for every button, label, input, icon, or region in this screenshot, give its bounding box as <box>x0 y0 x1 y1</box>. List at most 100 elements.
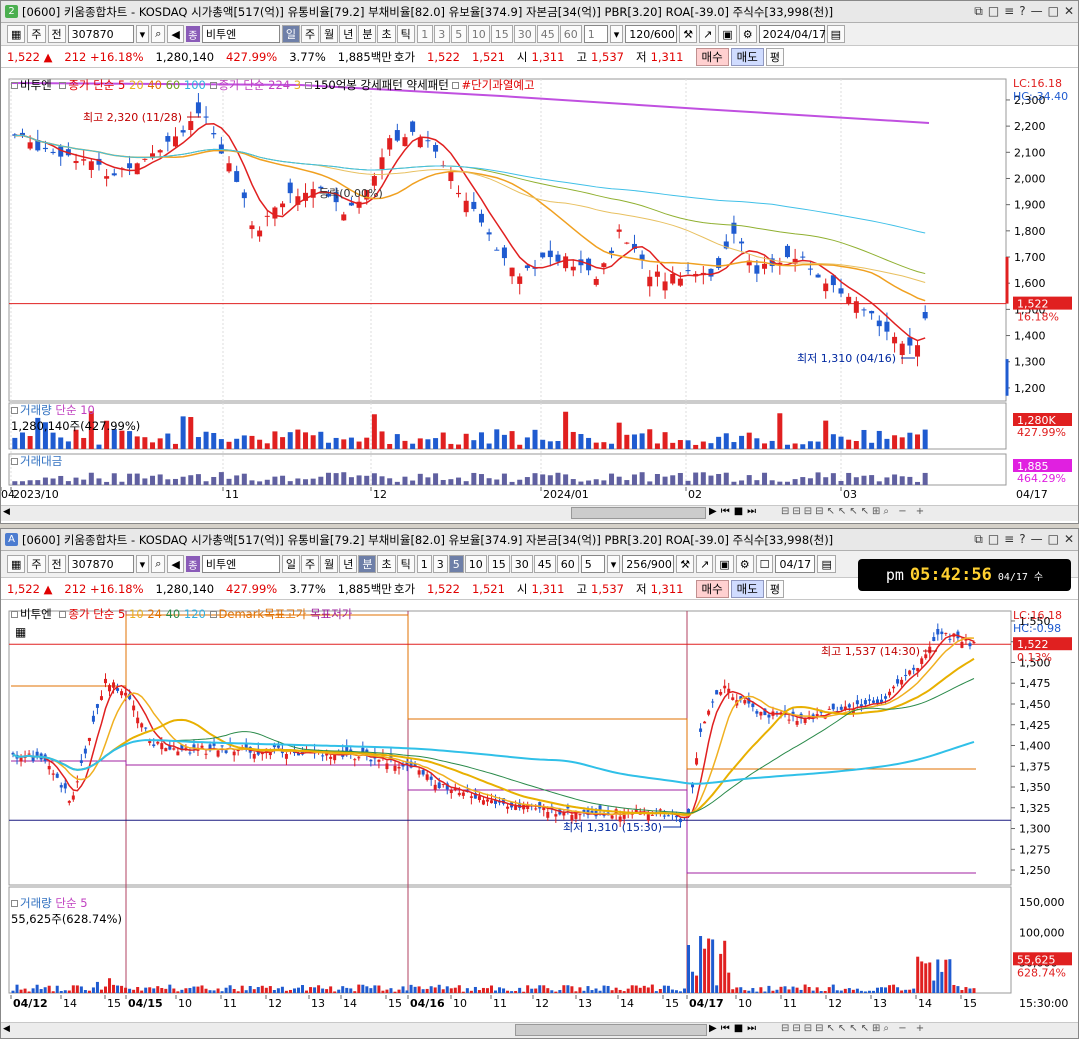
period-tick[interactable]: 틱 <box>396 25 415 43</box>
period-year[interactable]: 년 <box>339 25 358 43</box>
sell-button[interactable]: 매도 <box>730 47 764 66</box>
table-icon[interactable]: ▦ <box>15 625 26 639</box>
interval-30[interactable]: 30 <box>513 25 536 43</box>
stock-name-field[interactable]: 비투엔 <box>201 25 280 43</box>
calendar-icon[interactable]: ▤ <box>826 25 846 43</box>
sound-icon[interactable]: ◀ <box>167 555 184 573</box>
period-second[interactable]: 초 <box>377 555 396 573</box>
average-button[interactable]: 평 <box>765 579 784 598</box>
calendar-icon[interactable]: ▤ <box>817 555 836 573</box>
grid-icon[interactable]: ▦ <box>7 25 26 43</box>
maximize-icon[interactable]: □ <box>1048 532 1059 547</box>
interval-15[interactable]: 15 <box>490 25 513 43</box>
buy-button[interactable]: 매수 <box>695 579 729 598</box>
period-tick[interactable]: 틱 <box>396 555 415 573</box>
period-month[interactable]: 월 <box>320 555 339 573</box>
search-icon[interactable]: ⌕ <box>151 25 166 43</box>
date-field[interactable]: 2024/04/17 <box>758 25 826 43</box>
count-field[interactable]: 120/600 <box>625 25 678 43</box>
stock-name-field[interactable]: 비투엔 <box>201 555 280 573</box>
count-field[interactable]: 256/900 <box>622 555 675 573</box>
interval-45[interactable]: 45 <box>533 555 556 573</box>
interval-1[interactable]: 1 <box>416 25 433 43</box>
draw-icon[interactable]: ↗ <box>699 25 717 43</box>
interval-3[interactable]: 3 <box>433 25 450 43</box>
interval-60[interactable]: 60 <box>556 555 579 573</box>
interval-dropdown-icon[interactable]: ▾ <box>609 25 624 43</box>
menu-icon[interactable]: ≡ <box>1004 532 1014 547</box>
interval-select[interactable]: 5 <box>580 555 605 573</box>
code-input[interactable]: 307870 <box>67 555 134 573</box>
close-icon[interactable]: ✕ <box>1064 4 1074 19</box>
minimize-icon[interactable]: — <box>1031 532 1043 547</box>
interval-45[interactable]: 45 <box>536 25 559 43</box>
scroll-thumb[interactable] <box>515 1024 707 1036</box>
draw-icon[interactable]: ↗ <box>696 555 714 573</box>
settings-gear-icon[interactable]: ⚙ <box>735 555 754 573</box>
zoom-tools-icon[interactable]: ⊟⊟⊟⊟↖↖↖↖⊞⌕ − + <box>781 1023 927 1034</box>
interval-3[interactable]: 3 <box>432 555 448 573</box>
code-dropdown-icon[interactable]: ▾ <box>135 555 150 573</box>
candle-body <box>417 770 421 775</box>
playback-controls[interactable]: ▶⏮■⏭ <box>709 506 760 517</box>
type-select[interactable]: 주 <box>27 25 46 43</box>
period-week[interactable]: 주 <box>300 555 320 573</box>
type-select[interactable]: 주 <box>27 555 46 573</box>
indicator-icon[interactable]: ⚒ <box>679 25 698 43</box>
indicator-icon[interactable]: ⚒ <box>676 555 695 573</box>
interval-1[interactable]: 1 <box>416 555 432 573</box>
buy-button[interactable]: 매수 <box>695 47 729 66</box>
code-input[interactable]: 307870 <box>67 25 134 43</box>
settings-gear-icon[interactable]: ⚙ <box>738 25 757 43</box>
period-second[interactable]: 초 <box>377 25 396 43</box>
maximize-icon[interactable]: □ <box>1048 4 1059 19</box>
help-icon[interactable]: ? <box>1019 532 1025 547</box>
interval-15[interactable]: 15 <box>487 555 510 573</box>
date-checkbox[interactable]: ☐ <box>755 555 774 573</box>
period-day[interactable]: 일 <box>281 25 300 43</box>
bottom-scrollbar[interactable]: ◀ ▶⏮■⏭ ⊟⊟⊟⊟↖↖↖↖⊞⌕ − + <box>1 1022 1078 1038</box>
sound-icon[interactable]: ◀ <box>167 25 184 43</box>
daily-candle-chart[interactable]: 2,3002,2002,1002,0001,9001,8001,7001,600… <box>1 71 1078 506</box>
pin-icon[interactable]: □ <box>988 4 999 19</box>
help-icon[interactable]: ? <box>1019 4 1025 19</box>
amount-bar <box>417 473 423 485</box>
top-scrollbar[interactable]: ◀ ▶⏮■⏭ ⊟⊟⊟⊟↖↖↖↖⊞⌕ − + <box>1 505 1078 521</box>
period-week[interactable]: 주 <box>300 25 320 43</box>
zoom-tools-icon[interactable]: ⊟⊟⊟⊟↖↖↖↖⊞⌕ − + <box>781 506 927 517</box>
save-icon[interactable]: ▣ <box>718 25 737 43</box>
interval-select[interactable]: 1 <box>583 25 608 43</box>
search-icon[interactable]: ⌕ <box>151 555 166 573</box>
menu-icon[interactable]: ≡ <box>1004 4 1014 19</box>
code-dropdown-icon[interactable]: ▾ <box>135 25 150 43</box>
scroll-left-icon[interactable]: ◀ <box>3 1024 10 1034</box>
period-minute[interactable]: 분 <box>358 555 377 573</box>
interval-5[interactable]: 5 <box>450 25 467 43</box>
interval-60[interactable]: 60 <box>559 25 582 43</box>
mode-select[interactable]: 전 <box>47 25 66 43</box>
close-icon[interactable]: ✕ <box>1064 532 1074 547</box>
sell-button[interactable]: 매도 <box>730 579 764 598</box>
interval-5[interactable]: 5 <box>448 555 464 573</box>
interval-dropdown-icon[interactable]: ▾ <box>606 555 621 573</box>
period-year[interactable]: 년 <box>339 555 358 573</box>
pin-icon[interactable]: □ <box>988 532 999 547</box>
interval-10[interactable]: 10 <box>467 25 490 43</box>
interval-30[interactable]: 30 <box>510 555 533 573</box>
restore-icon[interactable]: ⧉ <box>974 532 983 547</box>
average-button[interactable]: 평 <box>765 47 784 66</box>
date-field[interactable]: 04/17 <box>775 555 816 573</box>
save-icon[interactable]: ▣ <box>715 555 734 573</box>
minute-candle-chart[interactable]: 1,5501,5251,5001,4751,4501,4251,4001,375… <box>1 603 1078 1023</box>
period-day[interactable]: 일 <box>281 555 300 573</box>
interval-10[interactable]: 10 <box>464 555 487 573</box>
period-minute[interactable]: 분 <box>358 25 377 43</box>
minimize-icon[interactable]: — <box>1031 4 1043 19</box>
scroll-left-icon[interactable]: ◀ <box>3 507 10 517</box>
restore-icon[interactable]: ⧉ <box>974 4 983 19</box>
grid-icon[interactable]: ▦ <box>7 555 26 573</box>
period-month[interactable]: 월 <box>320 25 339 43</box>
playback-controls[interactable]: ▶⏮■⏭ <box>709 1023 760 1034</box>
scroll-thumb[interactable] <box>571 507 706 519</box>
mode-select[interactable]: 전 <box>47 555 66 573</box>
